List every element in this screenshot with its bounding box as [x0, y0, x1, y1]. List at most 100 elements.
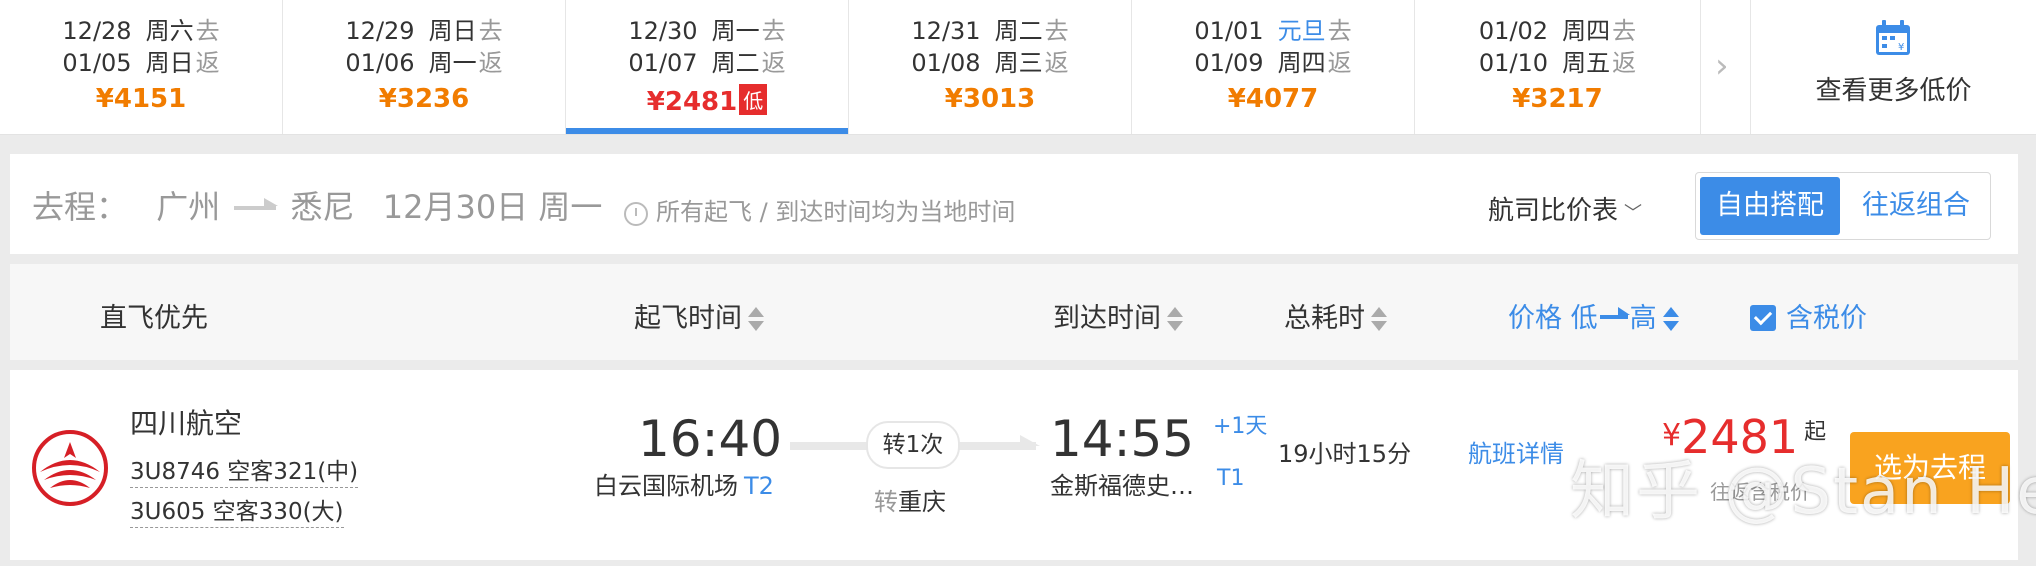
- sort-price[interactable]: 价格 低高: [1508, 296, 1679, 335]
- return-tag: 返: [1612, 49, 1637, 77]
- arrive-terminal: T1: [1217, 466, 1245, 491]
- date-price-value: ¥2481: [646, 87, 738, 117]
- sort-direct-first[interactable]: 直飞优先: [100, 296, 208, 335]
- airline-compare-label: 航司比价表: [1488, 196, 1619, 226]
- return-tag: 返: [761, 49, 786, 77]
- depart-day: 周一: [711, 17, 760, 45]
- depart-day: 周二: [994, 17, 1043, 45]
- depart-tag: 去: [761, 17, 786, 45]
- depart-date: 12/30: [628, 17, 698, 45]
- depart-date: 12/29: [345, 17, 415, 45]
- depart-tag: 去: [195, 17, 220, 45]
- depart-tag: 去: [1612, 17, 1637, 45]
- tax-included-checkbox[interactable]: 含税价: [1750, 296, 1867, 335]
- arrive-airport: 金斯福德史…: [1050, 472, 1194, 500]
- sort-arrows-icon: [1662, 307, 1679, 331]
- arrow-right-icon: [1599, 307, 1630, 319]
- depart-tag: 去: [1044, 17, 1069, 45]
- free-combination-tab[interactable]: 自由搭配: [1700, 177, 1840, 235]
- transfer-city-name: 重庆: [898, 488, 946, 516]
- depart-date: 01/01: [1194, 17, 1264, 45]
- origin-city: 广州: [156, 188, 221, 226]
- return-row: 01/10 周五返: [1415, 48, 1700, 78]
- return-row: 01/07 周二返: [566, 48, 848, 78]
- local-time-note-text: 所有起飞 / 到达时间均为当地时间: [656, 198, 1016, 226]
- calendar-icon: ¥: [1876, 20, 1910, 55]
- depart-tag: 去: [478, 17, 503, 45]
- return-tag: 返: [195, 49, 220, 77]
- tax-included-label: 含税价: [1786, 303, 1867, 334]
- return-day: 周二: [711, 49, 760, 77]
- depart-row: 01/02 周四去: [1415, 16, 1700, 46]
- date-cell-6[interactable]: 01/02 周四去 01/10 周五返 ¥3217: [1415, 0, 1701, 134]
- flight-details-link[interactable]: 航班详情: [1468, 434, 1564, 469]
- route-arrow-icon: [234, 198, 279, 210]
- sort-depart-time[interactable]: 起飞时间: [634, 296, 764, 335]
- return-date: 01/08: [911, 49, 981, 77]
- date-price: ¥3236: [378, 84, 470, 114]
- more-low-prices-button[interactable]: ¥ 查看更多低价: [1751, 0, 2036, 134]
- sort-arrows-icon: [1371, 307, 1387, 331]
- return-row: 01/05 周日返: [0, 48, 282, 78]
- sort-depart-time-label: 起飞时间: [634, 303, 742, 334]
- depart-day: 周日: [428, 17, 477, 45]
- sort-duration-label: 总耗时: [1284, 303, 1365, 334]
- airline-compare-dropdown[interactable]: 航司比价表 ﹀: [1488, 190, 1642, 227]
- date-cell-2[interactable]: 12/29 周日去 01/06 周一返 ¥3236: [283, 0, 566, 134]
- sort-arrive-time-label: 到达时间: [1053, 303, 1161, 334]
- return-row: 01/06 周一返: [283, 48, 565, 78]
- return-date: 01/05: [62, 49, 132, 77]
- sort-arrive-time[interactable]: 到达时间: [1053, 296, 1183, 335]
- chevron-down-icon: ﹀: [1624, 203, 1643, 224]
- flight-number-1[interactable]: 3U8746 空客321(中): [130, 452, 359, 488]
- return-date: 01/06: [345, 49, 415, 77]
- depart-airport-name: 白云国际机场: [594, 472, 738, 500]
- date-price: ¥4151: [95, 84, 187, 114]
- return-day: 周三: [994, 49, 1043, 77]
- date-cell-1[interactable]: 12/28 周六去 01/05 周日返 ¥4151: [0, 0, 283, 134]
- stops-badge[interactable]: 转1次: [866, 421, 960, 469]
- return-tag: 返: [1327, 49, 1352, 77]
- flight-number-2[interactable]: 3U605 空客330(大): [130, 492, 344, 528]
- depart-terminal: T2: [744, 472, 774, 500]
- trip-prefix: 去程：: [32, 188, 129, 226]
- date-cell-3-selected[interactable]: 12/30 周一去 01/07 周二返 ¥2481 低: [566, 0, 849, 134]
- holiday-label: 元旦: [1277, 17, 1326, 45]
- return-row: 01/08 周三返: [849, 48, 1131, 78]
- return-date: 01/09: [1194, 49, 1264, 77]
- date-price: ¥3217: [1512, 84, 1603, 114]
- depart-row: 12/30 周一去: [566, 16, 848, 46]
- low-price-badge: 低: [739, 84, 768, 115]
- date-cell-5[interactable]: 01/01 元旦去 01/09 周四返 ¥4077: [1132, 0, 1415, 134]
- depart-date: 12/31: [911, 17, 981, 45]
- date-price-bar: 12/28 周六去 01/05 周日返 ¥4151 12/29 周日去 01/06 周一…: [0, 0, 2036, 135]
- return-day: 周日: [145, 49, 194, 77]
- depart-time: 16:40: [638, 410, 783, 468]
- depart-row: 12/31 周二去: [849, 16, 1131, 46]
- checkbox-checked-icon: [1750, 305, 1776, 331]
- svg-text:¥: ¥: [1898, 42, 1904, 53]
- sort-arrows-icon: [748, 307, 764, 331]
- sichuan-airlines-logo: [32, 430, 108, 506]
- transfer-city: 转重庆: [874, 482, 946, 517]
- date-price: ¥3013: [944, 84, 1036, 114]
- flight-duration: 19小时15分: [1278, 440, 1412, 468]
- depart-airport: 白云国际机场 T2: [594, 466, 774, 501]
- return-tag: 返: [478, 49, 503, 77]
- date-cell-4[interactable]: 12/31 周二去 01/08 周三返 ¥3013: [849, 0, 1132, 134]
- date-price: ¥4077: [1227, 84, 1319, 114]
- next-dates-button[interactable]: ›: [1701, 0, 1751, 134]
- airline-name: 四川航空: [130, 407, 243, 440]
- sort-duration[interactable]: 总耗时: [1284, 296, 1387, 335]
- depart-row: 12/29 周日去: [283, 16, 565, 46]
- local-time-note: 所有起飞 / 到达时间均为当地时间: [624, 192, 1015, 227]
- return-tag: 返: [1044, 49, 1069, 77]
- sort-header: 直飞优先 起飞时间 到达时间 总耗时 价格 低高 含税价: [10, 264, 2018, 360]
- return-day: 周五: [1562, 49, 1611, 77]
- return-row: 01/09 周四返: [1132, 48, 1414, 78]
- depart-row: 01/01 元旦去: [1132, 16, 1414, 46]
- travel-date: 12月30日 周一: [382, 188, 603, 226]
- sort-arrows-icon: [1167, 307, 1183, 331]
- round-trip-combo-tab[interactable]: 往返组合: [1844, 173, 1988, 239]
- clock-icon: [624, 202, 648, 226]
